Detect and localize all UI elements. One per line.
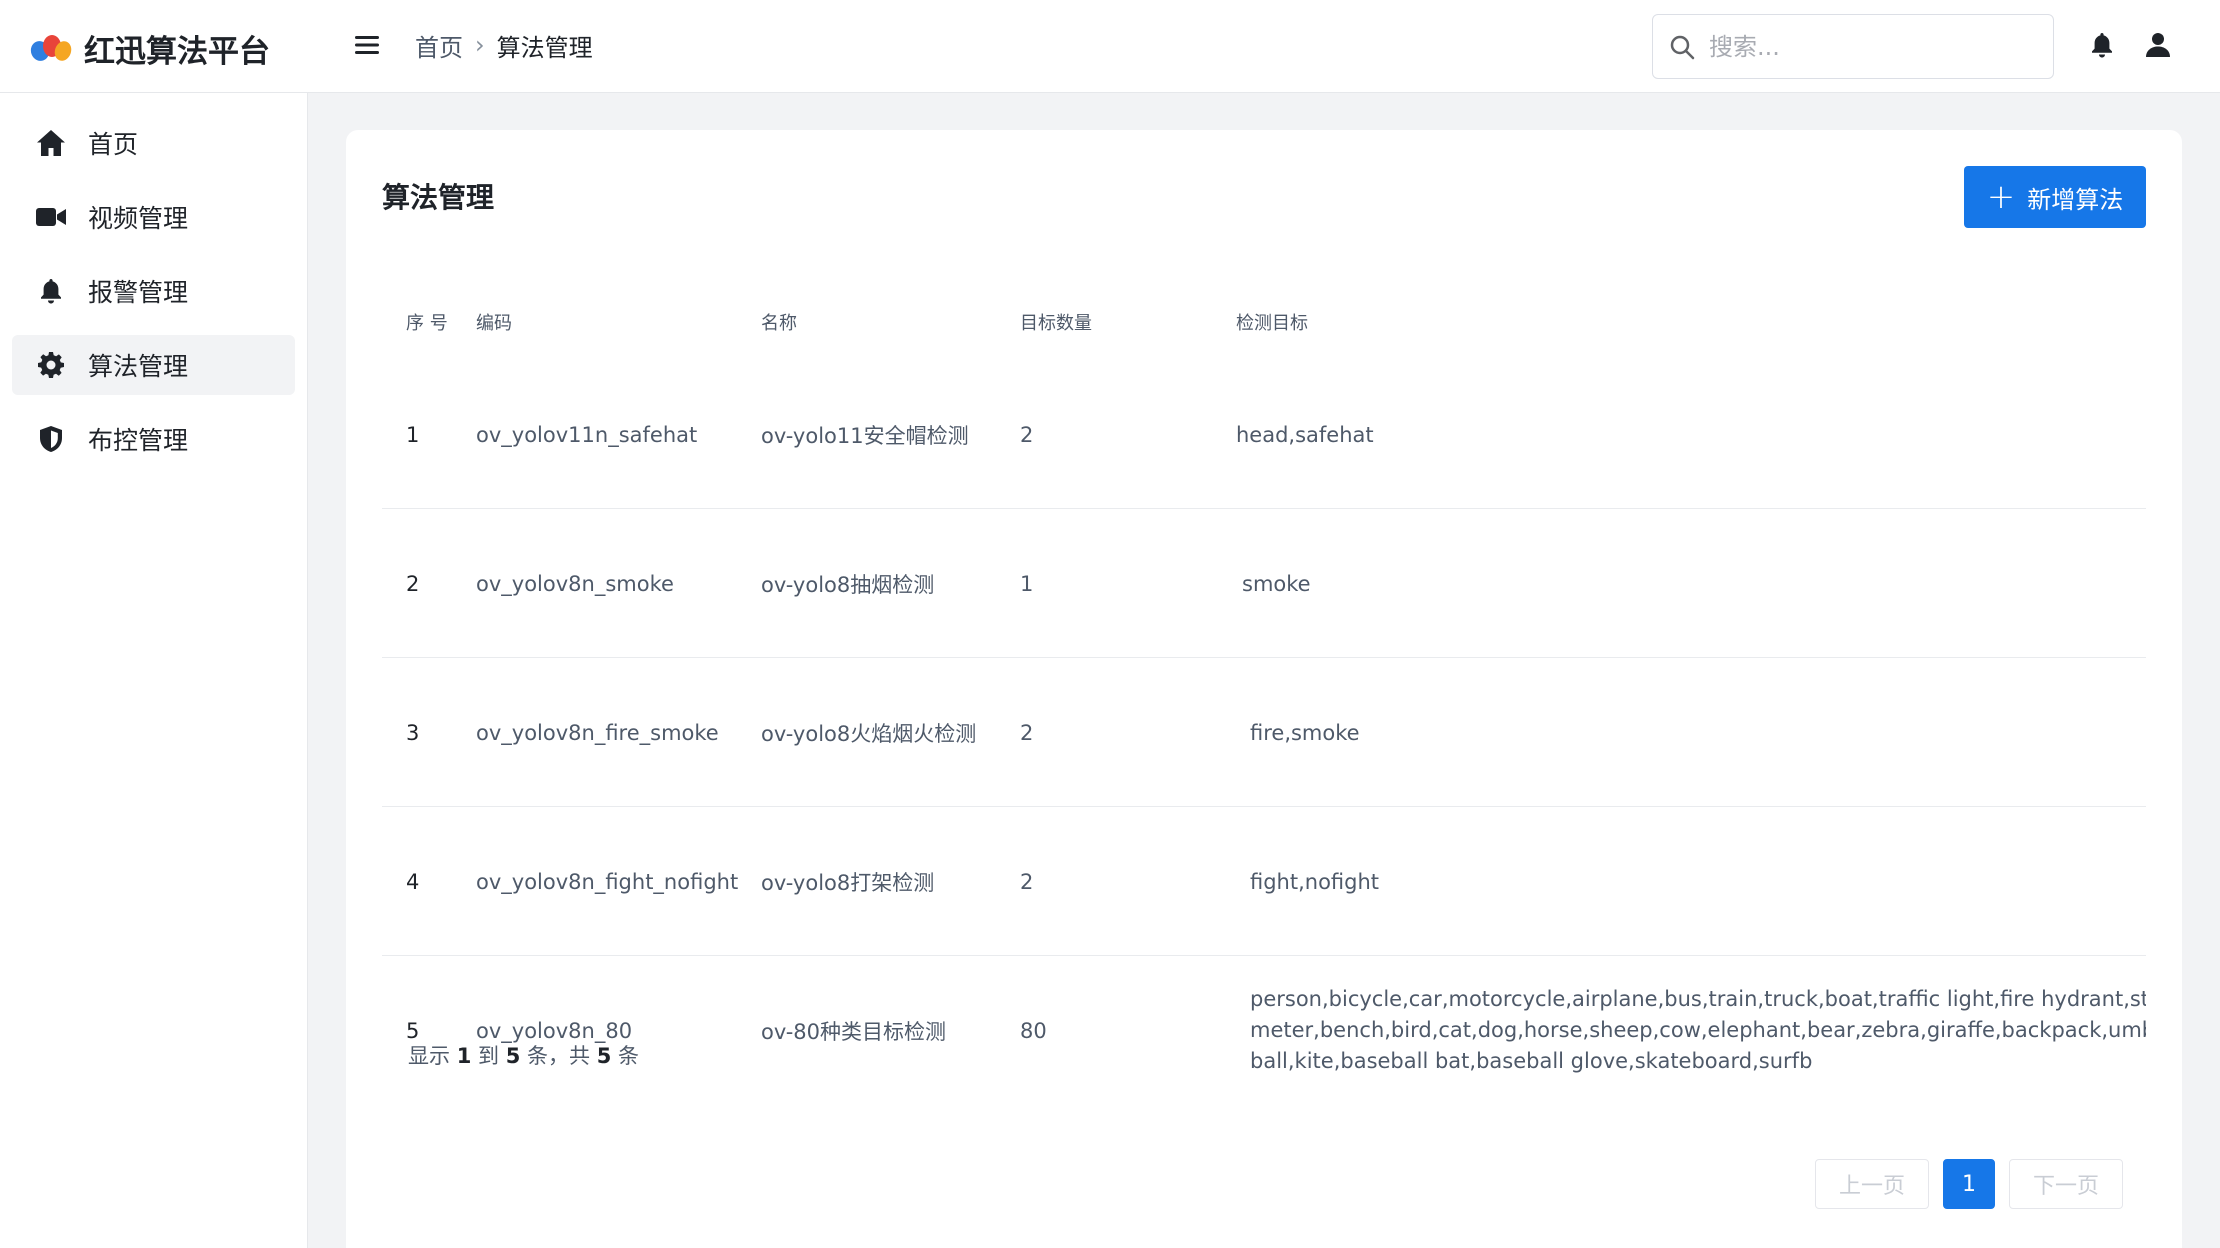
cell-code: ov_yolov8n_80: [476, 1018, 633, 1043]
summary-suffix: 条: [618, 1044, 639, 1068]
cell-count: 1: [1020, 571, 1034, 596]
plus-icon: +: [1986, 177, 2016, 217]
brand-logo-icon: [30, 35, 72, 61]
table-row[interactable]: 3 ov_yolov8n_fire_smoke ov-yolo8火焰烟火检测 2…: [382, 658, 2146, 807]
search-box[interactable]: [1652, 14, 2054, 79]
breadcrumb-separator: ›: [475, 31, 485, 59]
table-row[interactable]: 1 ov_yolov11n_safehat ov-yolo11安全帽检测 2 h…: [382, 360, 2146, 509]
summary-total: 5: [596, 1044, 612, 1068]
summary-unit-word: 条，共: [527, 1044, 590, 1068]
table-row[interactable]: 4 ov_yolov8n_fight_nofight ov-yolo8打架检测 …: [382, 807, 2146, 956]
next-page-button[interactable]: 下一页: [2009, 1159, 2123, 1209]
targets-line: ball,kite,baseball bat,baseball glove,sk…: [1250, 1049, 1813, 1073]
algorithm-management-card: 算法管理 + 新增算法 序 号 编码 名称 目标数量 检测目标 1 ov_yol…: [346, 130, 2182, 1248]
cell-code: ov_yolov11n_safehat: [476, 422, 698, 447]
menu-icon: [355, 36, 379, 54]
cell-targets: fire,smoke: [1250, 720, 1360, 745]
cell-targets: head,safehat: [1236, 422, 1374, 447]
breadcrumb: 首页 › 算法管理: [415, 25, 593, 65]
home-icon: [36, 128, 66, 158]
cell-count: 2: [1020, 720, 1034, 745]
video-camera-icon: [36, 202, 66, 232]
shield-icon: [36, 424, 66, 454]
summary-from: 1: [456, 1044, 472, 1068]
table-row[interactable]: 5 ov_yolov8n_80 ov-80种类目标检测 80 person,bi…: [382, 956, 2146, 1105]
cell-count: 2: [1020, 422, 1034, 447]
notifications-button[interactable]: [2085, 28, 2119, 62]
sidebar-item-video[interactable]: 视频管理: [12, 187, 295, 247]
cell-code: ov_yolov8n_smoke: [476, 571, 674, 596]
cell-name: ov-80种类目标检测: [761, 1019, 947, 1044]
cell-code: ov_yolov8n_fire_smoke: [476, 720, 719, 745]
summary-prefix: 显示: [408, 1044, 450, 1068]
menu-toggle-button[interactable]: [352, 28, 382, 62]
sidebar-item-label: 布控管理: [88, 426, 189, 455]
algorithm-table: 序 号 编码 名称 目标数量 检测目标 1 ov_yolov11n_safeha…: [382, 280, 2146, 1105]
targets-line: person,bicycle,car,motorcycle,airplane,b…: [1250, 987, 2146, 1011]
cell-name: ov-yolo8火焰烟火检测: [761, 721, 977, 746]
cell-count: 80: [1020, 1018, 1047, 1043]
brand[interactable]: 红迅算法平台: [30, 26, 270, 70]
add-algorithm-label: 新增算法: [2027, 185, 2124, 214]
search-icon: [1670, 35, 1695, 59]
cell-targets: person,bicycle,car,motorcycle,airplane,b…: [1250, 956, 2146, 1105]
search-input[interactable]: [1709, 32, 2029, 61]
header-targets: 检测目标: [1236, 313, 1308, 334]
bell-icon: [36, 276, 66, 306]
breadcrumb-home[interactable]: 首页: [415, 28, 463, 63]
targets-line: meter,bench,bird,cat,dog,horse,sheep,cow…: [1250, 1018, 2146, 1042]
cell-index: 2: [406, 571, 420, 596]
sidebar-item-label: 首页: [88, 130, 139, 159]
sidebar-item-label: 算法管理: [88, 352, 189, 381]
table-header: 序 号 编码 名称 目标数量 检测目标: [382, 280, 2146, 360]
user-menu-button[interactable]: [2141, 28, 2175, 62]
sidebar: 首页 视频管理 报警管理 算法管理 布控管理: [0, 93, 308, 1248]
sidebar-item-home[interactable]: 首页: [12, 113, 295, 173]
table-row[interactable]: 2 ov_yolov8n_smoke ov-yolo8抽烟检测 1 smoke: [382, 509, 2146, 658]
breadcrumb-current: 算法管理: [496, 33, 593, 62]
sidebar-item-alarm[interactable]: 报警管理: [12, 261, 295, 321]
cell-name: ov-yolo8打架检测: [761, 870, 935, 895]
sidebar-item-deploy[interactable]: 布控管理: [12, 409, 295, 469]
page-title: 算法管理: [382, 181, 495, 214]
cell-index: 3: [406, 720, 420, 745]
header-index: 序 号: [406, 313, 448, 334]
table-body: 1 ov_yolov11n_safehat ov-yolo11安全帽检测 2 h…: [382, 360, 2146, 1105]
cell-index: 1: [406, 422, 420, 447]
cell-targets: smoke: [1242, 571, 1311, 596]
summary-to-word: 到: [478, 1044, 499, 1068]
top-header: 红迅算法平台 首页 › 算法管理: [0, 0, 2220, 93]
header-code: 编码: [476, 313, 512, 334]
sidebar-item-label: 视频管理: [88, 204, 189, 233]
cell-index: 4: [406, 869, 420, 894]
cell-name: ov-yolo11安全帽检测: [761, 423, 969, 448]
app-name: 红迅算法平台: [84, 33, 270, 70]
pagination-summary: 显示 1 到 5 条，共 5 条: [408, 1040, 639, 1070]
prev-page-button[interactable]: 上一页: [1815, 1159, 1929, 1209]
summary-to: 5: [505, 1044, 521, 1068]
sidebar-item-algorithm[interactable]: 算法管理: [12, 335, 295, 395]
header-count: 目标数量: [1020, 313, 1092, 334]
sidebar-item-label: 报警管理: [88, 278, 189, 307]
page-1-button[interactable]: 1: [1943, 1159, 1995, 1209]
add-algorithm-button[interactable]: + 新增算法: [1964, 166, 2146, 228]
cell-name: ov-yolo8抽烟检测: [761, 572, 935, 597]
cell-count: 2: [1020, 869, 1034, 894]
cell-code: ov_yolov8n_fight_nofight: [476, 869, 739, 894]
header-name: 名称: [761, 313, 797, 334]
bell-icon: [2092, 33, 2112, 58]
user-icon: [2146, 33, 2170, 57]
pagination: 上一页 1 下一页: [1815, 1159, 2123, 1209]
gear-icon: [36, 350, 66, 380]
cell-index: 5: [406, 1018, 420, 1043]
cell-targets: fight,nofight: [1250, 869, 1380, 894]
